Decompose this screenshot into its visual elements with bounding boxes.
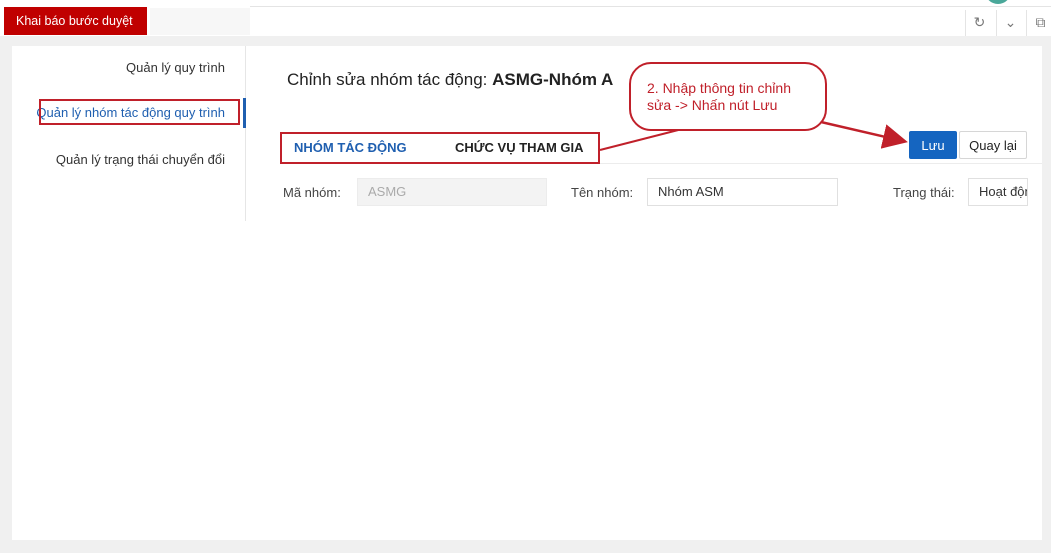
refresh-icon[interactable]: ↻ [965,10,993,36]
top-divider [250,6,1051,7]
fullscreen-icon[interactable]: ⧉ [1026,10,1051,36]
callout-line-1: 2. Nhập thông tin chỉnh [647,80,791,96]
sidebar-item-state-transitions[interactable]: Quản lý trạng thái chuyển đổi [56,152,225,167]
avatar[interactable] [985,0,1011,4]
group-code-label: Mã nhóm: [283,185,341,200]
content-panel: Quản lý quy trình Quản lý nhóm tác động … [12,46,1042,540]
page-title-value: ASMG-Nhóm A [492,70,614,89]
app-title: Khai báo bước duyệt [4,7,147,35]
page-title-prefix: Chỉnh sửa nhóm tác động: [287,70,493,89]
tab-strip [150,8,250,35]
sidebar-item-process[interactable]: Quản lý quy trình [126,60,225,75]
sidebar: Quản lý quy trình Quản lý nhóm tác động … [12,46,246,221]
instruction-callout: 2. Nhập thông tin chỉnh sửa -> Nhấn nút … [629,62,827,131]
group-name-label: Tên nhóm: [571,185,634,200]
group-code-input: ASMG [357,178,547,206]
sidebar-active-indicator [243,98,246,128]
sidebar-highlight-box [39,99,240,125]
back-button[interactable]: Quay lại [959,131,1027,159]
callout-line-2: sửa -> Nhấn nút Lưu [647,97,778,113]
chevron-down-icon[interactable]: ⌄ [996,10,1024,36]
tabs-highlight-box [280,132,600,164]
save-button[interactable]: Lưu [909,131,957,159]
top-bar: Khai báo bước duyệt ↻ ⌄ ⧉ [0,0,1051,36]
group-name-input[interactable]: Nhóm ASM [647,178,838,206]
page-title: Chỉnh sửa nhóm tác động: ASMG-Nhóm A [287,70,613,90]
status-label: Trạng thái: [893,185,955,200]
status-select[interactable]: Hoạt động [968,178,1028,206]
